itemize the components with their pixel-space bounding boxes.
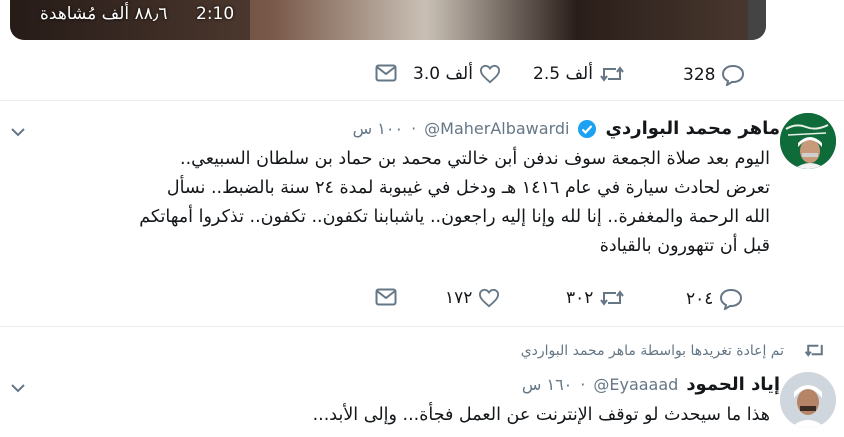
like-count: 3.0 ألف <box>413 64 473 84</box>
tweet-timestamp[interactable]: ١٠٠ س <box>353 119 403 138</box>
heart-icon <box>479 64 500 84</box>
avatar[interactable] <box>780 372 836 428</box>
tweet-header: ماهر محمد البواردي @MaherAlbawardi · ١٠٠… <box>353 118 780 139</box>
video-preview[interactable]: ٨٨٫٦ ألف مُشاهدة 2:10 <box>10 0 766 40</box>
share-button[interactable] <box>375 64 397 82</box>
avatar-image <box>780 372 836 428</box>
author-handle[interactable]: @MaherAlbawardi <box>424 119 569 138</box>
author-name[interactable]: إياد الحمود <box>686 374 780 395</box>
like-count: ١٧٢ <box>445 288 473 308</box>
tweet-line: تعرض لحادث سيارة في عام ١٤١٦ هـ ودخل في … <box>166 178 770 198</box>
reply-icon <box>720 288 743 310</box>
reply-button[interactable]: 328 <box>683 64 745 86</box>
heart-icon <box>479 288 500 308</box>
mail-icon <box>375 64 397 82</box>
divider <box>0 326 844 327</box>
like-button[interactable]: ١٧٢ <box>445 288 500 308</box>
retweeted-by-label[interactable]: تم إعادة تغريدها بواسطة ماهر محمد البوار… <box>521 343 784 359</box>
like-button[interactable]: 3.0 ألف <box>413 64 501 84</box>
retweet-icon <box>600 290 625 306</box>
retweet-button[interactable]: 2.5 ألف <box>533 64 625 84</box>
author-name[interactable]: ماهر محمد البواردي <box>605 118 780 139</box>
retweet-button[interactable]: ٣٠٢ <box>566 288 625 308</box>
tweet-line: هذا ما سيحدث لو توقف الإنترنت عن العمل ف… <box>312 405 770 425</box>
chevron-down-icon[interactable] <box>10 126 26 138</box>
mail-icon <box>375 288 397 306</box>
tweet-body: هذا ما سيحدث لو توقف الإنترنت عن العمل ف… <box>30 401 770 430</box>
avatar-image <box>780 113 836 169</box>
verified-badge-icon <box>578 119 597 138</box>
timestamp-separator: · <box>411 119 417 138</box>
divider <box>0 100 844 101</box>
tweet-line: قبل أن تتهورون بالقيادة <box>599 236 770 256</box>
reply-count: ٢٠٤ <box>686 289 714 309</box>
tweet-timestamp[interactable]: ١٦٠ س <box>522 375 572 394</box>
reply-icon <box>722 64 745 86</box>
video-view-count: ٨٨٫٦ ألف مُشاهدة <box>40 4 168 24</box>
reply-button[interactable]: ٢٠٤ <box>686 288 743 310</box>
tweet-line: الله الرحمة والمغفرة.. إنا لله وإنا إليه… <box>139 207 770 227</box>
video-duration: 2:10 <box>196 4 235 24</box>
chevron-down-icon[interactable] <box>10 382 26 394</box>
reply-count: 328 <box>683 65 716 85</box>
author-handle[interactable]: @Eyaaaad <box>593 375 678 394</box>
retweet-context: تم إعادة تغريدها بواسطة ماهر محمد البوار… <box>521 340 826 359</box>
tweet-line: اليوم بعد صلاة الجمعة سوف ندفن أبن خالتي… <box>180 149 770 169</box>
share-button[interactable] <box>375 288 397 306</box>
timestamp-separator: · <box>580 375 586 394</box>
retweet-icon <box>804 344 823 357</box>
video-edge <box>748 0 766 40</box>
retweet-icon <box>600 66 624 82</box>
retweet-count: 2.5 ألف <box>533 64 593 84</box>
retweet-count: ٣٠٢ <box>566 288 594 308</box>
avatar[interactable] <box>780 113 836 169</box>
tweet-header: إياد الحمود @Eyaaaad · ١٦٠ س <box>522 374 780 395</box>
tweet-body: اليوم بعد صلاة الجمعة سوف ندفن أبن خالتي… <box>30 145 770 261</box>
